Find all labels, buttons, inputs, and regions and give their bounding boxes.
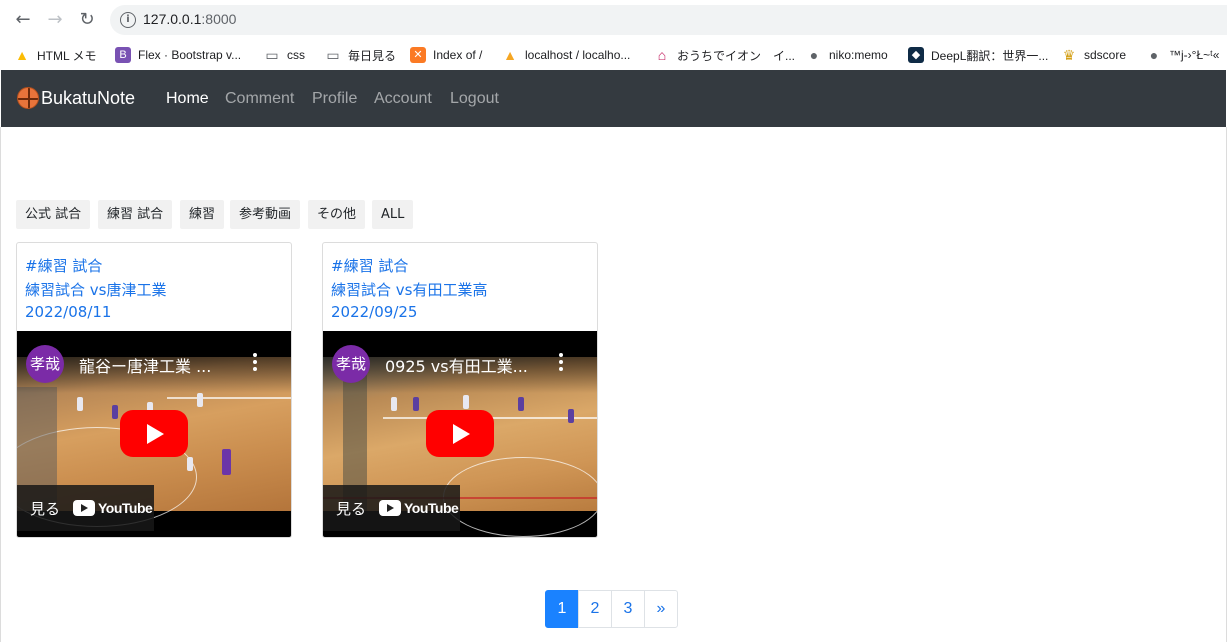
- bookmark-item[interactable]: ▭ 毎日見る: [325, 45, 396, 65]
- url-host: 127.0.0.1: [143, 11, 202, 27]
- bookmark-item[interactable]: ▲ localhost / localho...: [502, 45, 630, 65]
- youtube-embed[interactable]: 孝哉 龍谷ー唐津工業 ... 見る YouTube: [17, 331, 291, 537]
- bookmark-label: niko:memo: [829, 48, 888, 62]
- category-reference-video-button[interactable]: 参考動画: [230, 200, 301, 229]
- bookmark-item[interactable]: ✕ Index of /: [410, 45, 482, 65]
- post-tag-link[interactable]: #練習 試合: [25, 255, 102, 276]
- bookmarks-bar: ▲ HTML メモ B Flex · Bootstrap v... ▭ css ▭ 毎日見る ✕…: [0, 40, 1227, 70]
- phpmyadmin-icon: ▲: [503, 47, 517, 63]
- globe-icon: ●: [1149, 47, 1159, 63]
- post-tag-link[interactable]: #練習 試合: [331, 255, 408, 276]
- watch-on-youtube-button[interactable]: 見る YouTube: [17, 485, 154, 531]
- pagination: 1 2 3 »: [545, 590, 678, 628]
- youtube-icon: [73, 500, 95, 516]
- nav-link-home[interactable]: Home: [166, 90, 209, 108]
- home-icon: ⌂: [657, 47, 667, 63]
- bookmark-label: Flex · Bootstrap v...: [138, 48, 242, 62]
- bookmark-label: HTML メモ: [37, 48, 97, 63]
- nav-link-comment[interactable]: Comment: [225, 90, 294, 108]
- video-title[interactable]: 龍谷ー唐津工業 ...: [79, 353, 247, 377]
- forward-arrow-icon[interactable]: →: [44, 9, 66, 31]
- nav-link-logout[interactable]: Logout: [450, 90, 499, 108]
- bookmark-item[interactable]: ● niko:memo: [806, 45, 888, 65]
- bookmark-label: sdscore: [1084, 48, 1127, 62]
- bookmark-item[interactable]: ▲ HTML メモ: [14, 45, 97, 65]
- address-bar[interactable]: i 127.0.0.1:8000: [110, 5, 1227, 35]
- globe-icon: ●: [809, 47, 819, 63]
- category-all-button[interactable]: ALL: [372, 200, 414, 229]
- post-card: #練習 試合 練習試合 vs有田工業高 2022/09/25 孝哉 0925 v…: [322, 242, 598, 538]
- category-official-match-button[interactable]: 公式 試合: [16, 200, 91, 229]
- youtube-logo: YouTube: [379, 500, 459, 516]
- bookmark-item[interactable]: ◆ DeepL翻訳：世界一...: [908, 45, 1048, 65]
- channel-avatar[interactable]: 孝哉: [26, 345, 64, 383]
- xampp-icon: ✕: [410, 47, 426, 63]
- youtube-logo: YouTube: [73, 500, 153, 516]
- video-title[interactable]: 0925 vs有田工業...: [385, 353, 553, 377]
- bookmark-label: おうちでイオン イ...: [677, 48, 796, 63]
- post-title-link[interactable]: 練習試合 vs唐津工業: [25, 279, 166, 300]
- bookmark-item[interactable]: B Flex · Bootstrap v...: [115, 45, 241, 65]
- bookmark-label: ™j-›°Ł~ᵗ«: [1169, 48, 1220, 62]
- post-date-link[interactable]: 2022/09/25: [331, 303, 417, 321]
- bookmark-item[interactable]: ▭ css: [264, 45, 305, 65]
- more-options-icon[interactable]: [253, 353, 257, 373]
- brand[interactable]: BukatuNote: [17, 87, 135, 109]
- youtube-icon: [379, 500, 401, 516]
- brand-name: BukatuNote: [41, 87, 136, 108]
- page-border-left: [0, 127, 1, 642]
- category-practice-button[interactable]: 練習: [180, 200, 225, 229]
- play-button-icon[interactable]: [120, 410, 188, 457]
- page-2-link[interactable]: 2: [578, 590, 612, 628]
- url-port: :8000: [201, 11, 237, 27]
- nav-link-account[interactable]: Account: [374, 90, 432, 108]
- reload-icon[interactable]: ↻: [76, 9, 98, 31]
- deepl-icon: ◆: [908, 47, 924, 63]
- post-date-link[interactable]: 2022/08/11: [25, 303, 111, 321]
- post-card: #練習 試合 練習試合 vs唐津工業 2022/08/11 孝哉 龍谷ー唐津工業…: [16, 242, 292, 538]
- bootstrap-icon: B: [115, 47, 131, 63]
- browser-toolbar: ← → ↻ i 127.0.0.1:8000: [0, 0, 1227, 40]
- google-drive-icon: ▲: [15, 47, 29, 63]
- bookmark-label: DeepL翻訳：世界一...: [931, 48, 1049, 63]
- folder-icon: ▭: [326, 47, 340, 63]
- watch-on-youtube-button[interactable]: 見る YouTube: [323, 485, 460, 531]
- youtube-wordmark: YouTube: [98, 500, 153, 516]
- bookmark-item[interactable]: ⌂ おうちでイオン イ...: [654, 45, 795, 65]
- site-info-icon[interactable]: i: [120, 12, 136, 28]
- youtube-wordmark: YouTube: [404, 500, 459, 516]
- watch-label: 見る: [30, 500, 61, 518]
- play-button-icon[interactable]: [426, 410, 494, 457]
- more-options-icon[interactable]: [559, 353, 563, 373]
- app-navbar: BukatuNote Home Comment Profile Account …: [1, 70, 1226, 127]
- category-practice-match-button[interactable]: 練習 試合: [98, 200, 173, 229]
- page-3-link[interactable]: 3: [611, 590, 645, 628]
- bookmark-item[interactable]: ● ™j-›°Ł~ᵗ«: [1146, 45, 1220, 65]
- next-page-link[interactable]: »: [644, 590, 678, 628]
- folder-icon: ▭: [265, 47, 279, 63]
- channel-avatar[interactable]: 孝哉: [332, 345, 370, 383]
- bookmark-label: localhost / localho...: [525, 48, 631, 62]
- bookmark-label: Index of /: [433, 48, 483, 62]
- youtube-embed[interactable]: 孝哉 0925 vs有田工業... 見る YouTube: [323, 331, 597, 537]
- bookmark-label: 毎日見る: [348, 48, 397, 63]
- bookmark-label: css: [287, 48, 305, 62]
- bookmark-item[interactable]: ♛ sdscore: [1061, 45, 1126, 65]
- post-title-link[interactable]: 練習試合 vs有田工業高: [331, 279, 487, 300]
- category-other-button[interactable]: その他: [308, 200, 366, 229]
- watch-label: 見る: [336, 500, 367, 518]
- crown-icon: ♛: [1062, 47, 1076, 63]
- basketball-icon: [17, 87, 39, 109]
- back-arrow-icon[interactable]: ←: [12, 9, 34, 31]
- page-1-link[interactable]: 1: [545, 590, 579, 628]
- nav-link-profile[interactable]: Profile: [312, 90, 357, 108]
- url-text: 127.0.0.1:8000: [143, 11, 236, 27]
